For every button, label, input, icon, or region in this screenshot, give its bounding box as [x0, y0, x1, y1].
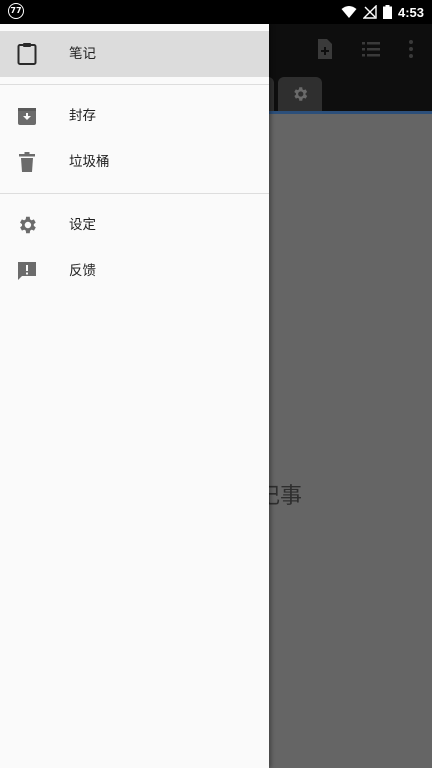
trash-icon: [19, 152, 35, 172]
navigation-drawer: 笔记 封存 垃圾桶 设定 反馈: [0, 24, 269, 768]
drawer-item-trash[interactable]: 垃圾桶: [0, 139, 269, 185]
status-bar: 77 4:53: [0, 0, 432, 24]
drawer-item-label: 设定: [69, 217, 96, 233]
drawer-item-label: 笔记: [69, 46, 96, 62]
status-time: 4:53: [397, 4, 424, 20]
signal-off-icon: [362, 5, 377, 19]
drawer-item-label: 封存: [69, 108, 96, 124]
settings-icon: [294, 87, 308, 101]
tab-settings[interactable]: [278, 77, 322, 111]
drawer-item-notes[interactable]: 笔记: [0, 31, 269, 77]
drawer-item-settings[interactable]: 设定: [0, 202, 269, 248]
screen: 77 4:53 记事 笔记 封存 垃圾桶 设定 反馈: [0, 0, 432, 768]
drawer-item-label: 反馈: [69, 263, 96, 279]
divider: [0, 84, 269, 85]
gear-icon: [20, 216, 36, 234]
more-options-icon[interactable]: [400, 38, 422, 60]
clipboard-icon: [17, 43, 37, 65]
drawer-item-feedback[interactable]: 反馈: [0, 248, 269, 294]
list-view-icon[interactable]: [360, 38, 382, 60]
battery-icon: [382, 5, 392, 19]
feedback-icon: [18, 262, 36, 280]
notification-badge-icon: 77: [8, 3, 24, 19]
archive-icon: [18, 108, 36, 125]
status-icons: 4:53: [341, 0, 424, 24]
drawer-item-archive[interactable]: 封存: [0, 93, 269, 139]
drawer-item-label: 垃圾桶: [69, 154, 110, 170]
divider: [0, 193, 269, 194]
new-note-icon[interactable]: [314, 38, 336, 60]
wifi-icon: [341, 6, 357, 18]
